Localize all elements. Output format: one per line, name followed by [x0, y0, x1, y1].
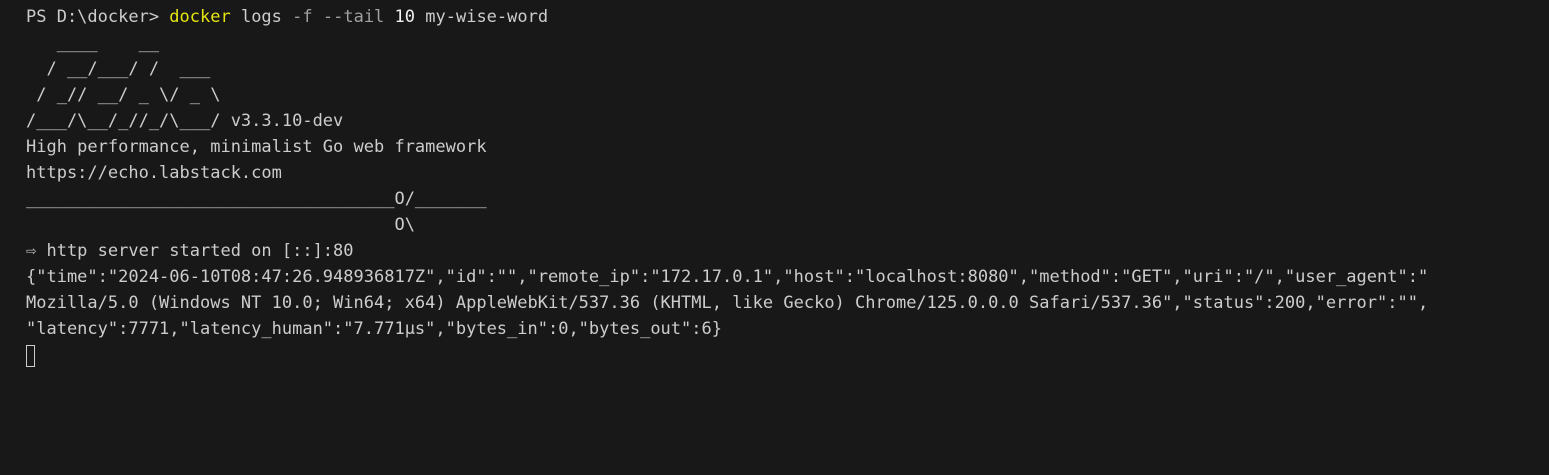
tail-flag: --tail: [322, 7, 385, 27]
banner-underline: ____________________________________O/__…: [26, 189, 487, 209]
command-prompt-line: PS D:\docker> docker logs -f --tail 10 m…: [26, 4, 1549, 30]
cursor-line[interactable]: [26, 342, 1549, 368]
tail-count: 10: [394, 7, 416, 27]
banner-line-2: / __/___/ / ___: [26, 59, 211, 79]
command-name: docker: [169, 7, 231, 27]
log-json-line-2: Mozilla/5.0 (Windows NT 10.0; Win64; x64…: [26, 293, 1429, 313]
follow-flag: -f: [292, 7, 313, 27]
command-args: logs: [230, 7, 293, 27]
banner-underline-2: O\: [26, 215, 415, 235]
log-json-line-1: {"time":"2024-06-10T08:47:26.948936817Z"…: [26, 267, 1429, 287]
container-name: my-wise-word: [415, 7, 549, 27]
prompt-path: PS D:\docker>: [26, 7, 170, 27]
banner-version-line: /___/\__/_//_/\___/ v3.3.10-dev: [26, 111, 344, 131]
banner-line-1: ____ __: [26, 33, 160, 53]
server-started-line: ⇨ http server started on [::]:80: [26, 241, 354, 261]
text-cursor: [26, 345, 35, 367]
banner-tagline: High performance, minimalist Go web fram…: [26, 137, 487, 157]
terminal-window[interactable]: PS D:\docker> docker logs -f --tail 10 m…: [0, 0, 1549, 475]
banner-url: https://echo.labstack.com: [26, 163, 282, 183]
banner-line-3: / _// __/ _ \/ _ \: [26, 85, 221, 105]
log-json-line-3: "latency":7771,"latency_human":"7.771µs"…: [26, 319, 722, 339]
